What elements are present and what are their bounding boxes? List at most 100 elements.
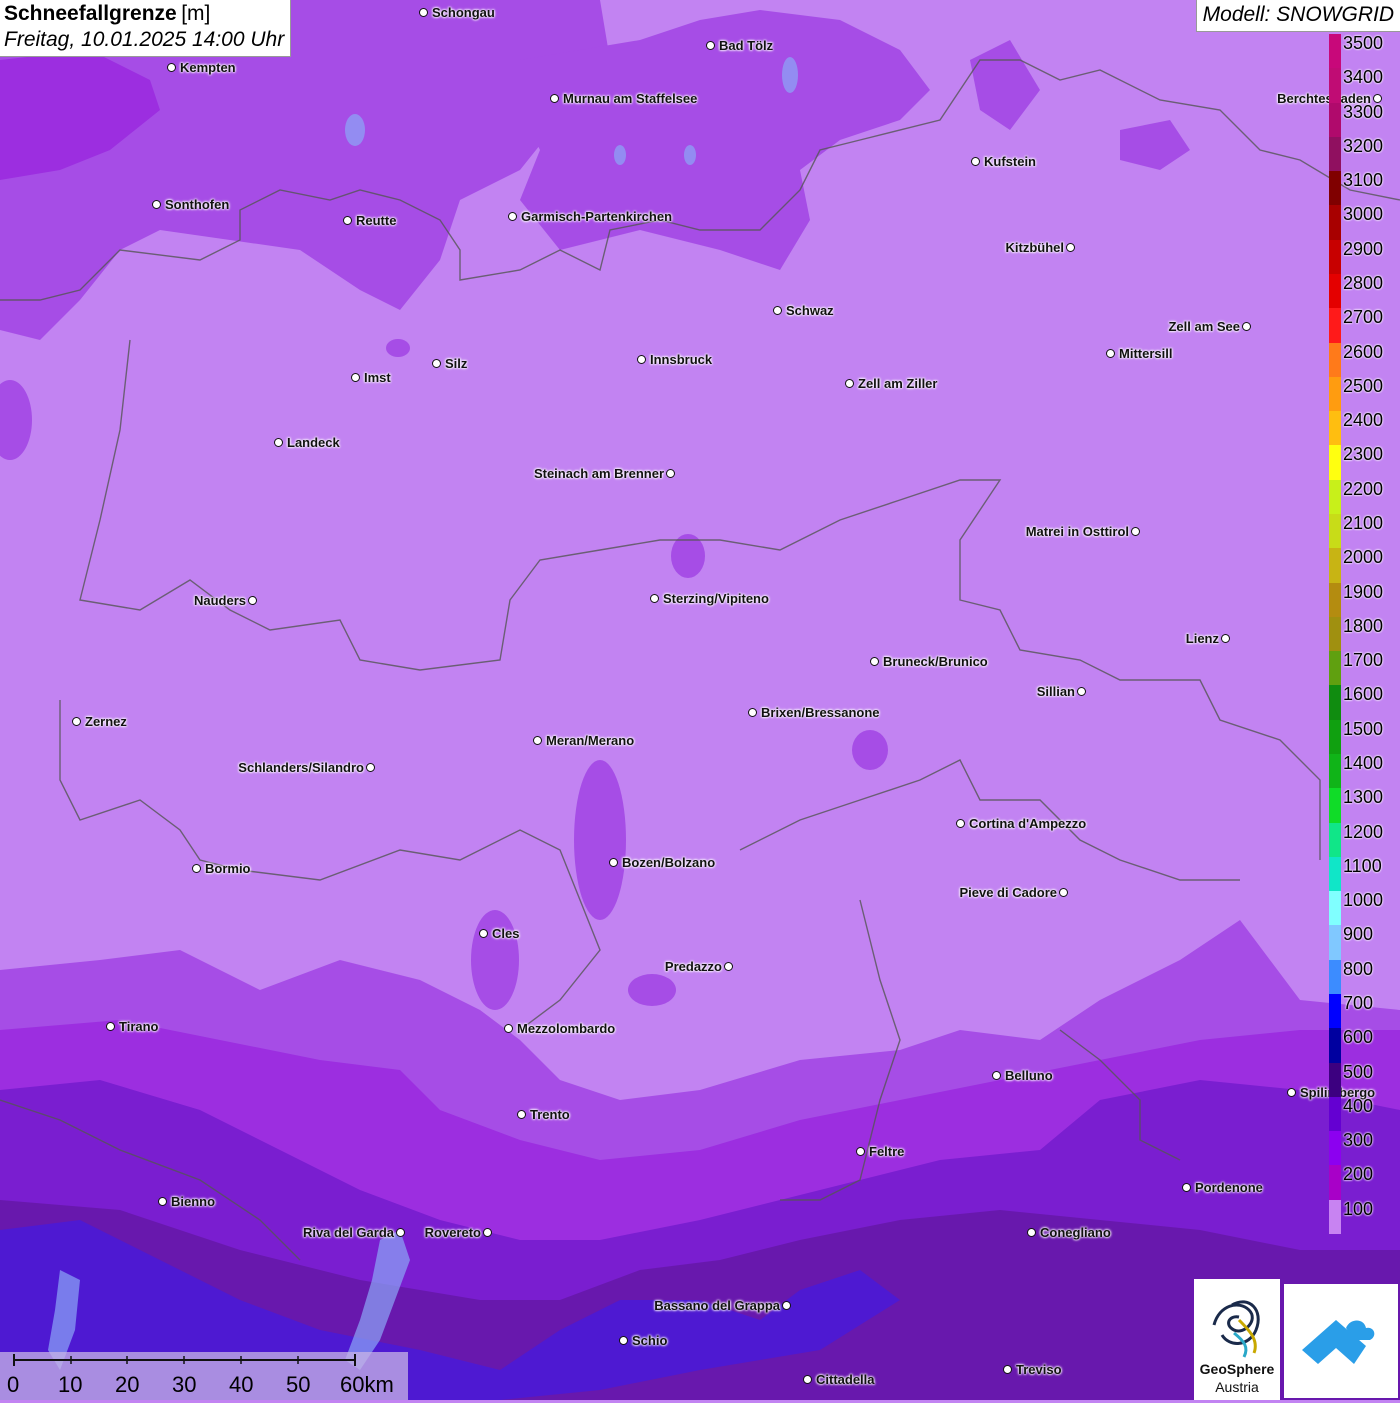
city-label: Murnau am Staffelsee bbox=[563, 91, 698, 106]
city-marker bbox=[192, 864, 201, 873]
city-label: Brixen/Bressanone bbox=[761, 705, 880, 720]
city-label: Cittadella bbox=[816, 1372, 875, 1387]
legend-swatch bbox=[1329, 68, 1341, 104]
map-title: Schneefallgrenze bbox=[4, 2, 177, 25]
city-marker bbox=[782, 1301, 791, 1310]
city-label: Garmisch-Partenkirchen bbox=[521, 209, 673, 224]
map-datetime: Freitag, 10.01.2025 14:00 Uhr bbox=[4, 28, 285, 51]
legend-label: 3000 bbox=[1343, 204, 1384, 225]
city-label: Mezzolombardo bbox=[517, 1021, 616, 1036]
city-marker bbox=[158, 1197, 167, 1206]
legend-label: 1100 bbox=[1343, 855, 1382, 876]
city-marker bbox=[533, 736, 542, 745]
legend-label: 1300 bbox=[1343, 787, 1384, 808]
city-label: Zernez bbox=[85, 714, 127, 729]
city-label: Sonthofen bbox=[165, 197, 230, 212]
city-marker bbox=[72, 717, 81, 726]
legend-swatch bbox=[1329, 891, 1341, 926]
city-label: Sillian bbox=[1036, 684, 1075, 699]
legend-label: 1400 bbox=[1343, 753, 1384, 773]
city-label: Innsbruck bbox=[650, 352, 713, 367]
city-label: Bassano del Grappa bbox=[654, 1298, 780, 1313]
city-marker bbox=[856, 1147, 865, 1156]
map-patch-innsbruck bbox=[386, 339, 410, 357]
city-label: Tirano bbox=[119, 1019, 159, 1034]
city-label: Mittersill bbox=[1119, 346, 1173, 361]
city-label: Schwaz bbox=[786, 303, 834, 318]
legend-swatch bbox=[1329, 719, 1341, 755]
city-marker bbox=[1242, 322, 1251, 331]
city-label: Bruneck/Brunico bbox=[883, 654, 988, 669]
legend-label: 100 bbox=[1343, 1198, 1374, 1219]
city-label: Treviso bbox=[1016, 1362, 1062, 1377]
legend-swatch bbox=[1329, 959, 1341, 995]
legend-label: 1000 bbox=[1343, 890, 1384, 911]
city-marker bbox=[1077, 687, 1086, 696]
legend-label: 2900 bbox=[1343, 238, 1384, 259]
city-marker bbox=[992, 1071, 1001, 1080]
map-patch-bolzano bbox=[574, 760, 626, 920]
city-label: Lienz bbox=[1185, 631, 1219, 646]
city-marker bbox=[706, 41, 715, 50]
legend-swatch bbox=[1329, 1199, 1341, 1235]
legend-swatch bbox=[1329, 239, 1341, 275]
legend-swatch bbox=[1329, 616, 1341, 652]
legend-label: 3300 bbox=[1343, 101, 1384, 122]
legend-swatch bbox=[1329, 514, 1341, 549]
scale-tick-label: 20 bbox=[115, 1372, 140, 1397]
logo-text-line2: Austria bbox=[1215, 1379, 1259, 1395]
legend-swatch bbox=[1329, 994, 1341, 1029]
city-marker bbox=[773, 306, 782, 315]
city-label: Nauders bbox=[193, 593, 246, 608]
city-label: Trento bbox=[530, 1107, 570, 1122]
city-marker bbox=[650, 594, 659, 603]
legend-label: 2100 bbox=[1343, 513, 1384, 533]
city-label: Bad Tölz bbox=[719, 38, 774, 53]
scale-tick-label: 10 bbox=[58, 1372, 83, 1397]
legend-label: 1900 bbox=[1343, 581, 1384, 602]
legend-swatch bbox=[1329, 548, 1341, 584]
legend-swatch bbox=[1329, 102, 1341, 138]
city-marker bbox=[351, 373, 360, 382]
city-marker bbox=[748, 708, 757, 717]
legend-label: 600 bbox=[1343, 1027, 1374, 1048]
city-marker bbox=[106, 1022, 115, 1031]
city-marker bbox=[517, 1110, 526, 1119]
map-title-box: Schneefallgrenze [m] Freitag, 10.01.2025… bbox=[0, 0, 292, 57]
city-label: Zell am Ziller bbox=[858, 376, 938, 391]
map-patch-predazzo bbox=[628, 974, 676, 1006]
city-label: Matrei in Osttirol bbox=[1025, 524, 1129, 539]
color-legend: 3500 3400 3300 3200 3100 3000 2900 2800 2700 2600… bbox=[1329, 33, 1400, 1235]
app-logo[interactable] bbox=[1284, 1284, 1398, 1398]
legend-label: 2400 bbox=[1343, 410, 1384, 431]
legend-swatch bbox=[1329, 788, 1341, 824]
city-marker bbox=[479, 929, 488, 938]
legend-swatch bbox=[1329, 205, 1341, 241]
logo-text-line1: GeoSphere bbox=[1199, 1361, 1275, 1377]
city-marker bbox=[343, 216, 352, 225]
scale-tick-label: 50 bbox=[286, 1372, 311, 1397]
city-label: Predazzo bbox=[664, 959, 722, 974]
city-label: Kitzbühel bbox=[1005, 240, 1065, 255]
scale-tick-label: 0 bbox=[7, 1372, 20, 1397]
scale-tick-label: 40 bbox=[229, 1372, 254, 1397]
city-label: Pordenone bbox=[1195, 1180, 1263, 1195]
city-marker bbox=[274, 438, 283, 447]
legend-label: 2800 bbox=[1343, 273, 1384, 293]
map-patch-cles bbox=[471, 910, 519, 1010]
city-label: Conegliano bbox=[1040, 1225, 1111, 1240]
legend-swatch bbox=[1329, 376, 1341, 412]
city-label: Riva del Garda bbox=[302, 1225, 394, 1240]
geosphere-austria-logo[interactable]: GeoSphere Austria bbox=[1194, 1279, 1280, 1400]
legend-label: 3400 bbox=[1343, 67, 1384, 88]
city-marker bbox=[666, 469, 675, 478]
legend-label: 1800 bbox=[1343, 615, 1384, 636]
city-label: Sterzing/Vipiteno bbox=[663, 591, 769, 606]
city-marker bbox=[956, 819, 965, 828]
city-label: Belluno bbox=[1005, 1068, 1053, 1083]
city-label: Meran/Merano bbox=[546, 733, 635, 748]
city-marker bbox=[724, 962, 733, 971]
city-marker bbox=[803, 1375, 812, 1384]
city-marker bbox=[619, 1336, 628, 1345]
city-label: Landeck bbox=[287, 435, 340, 450]
